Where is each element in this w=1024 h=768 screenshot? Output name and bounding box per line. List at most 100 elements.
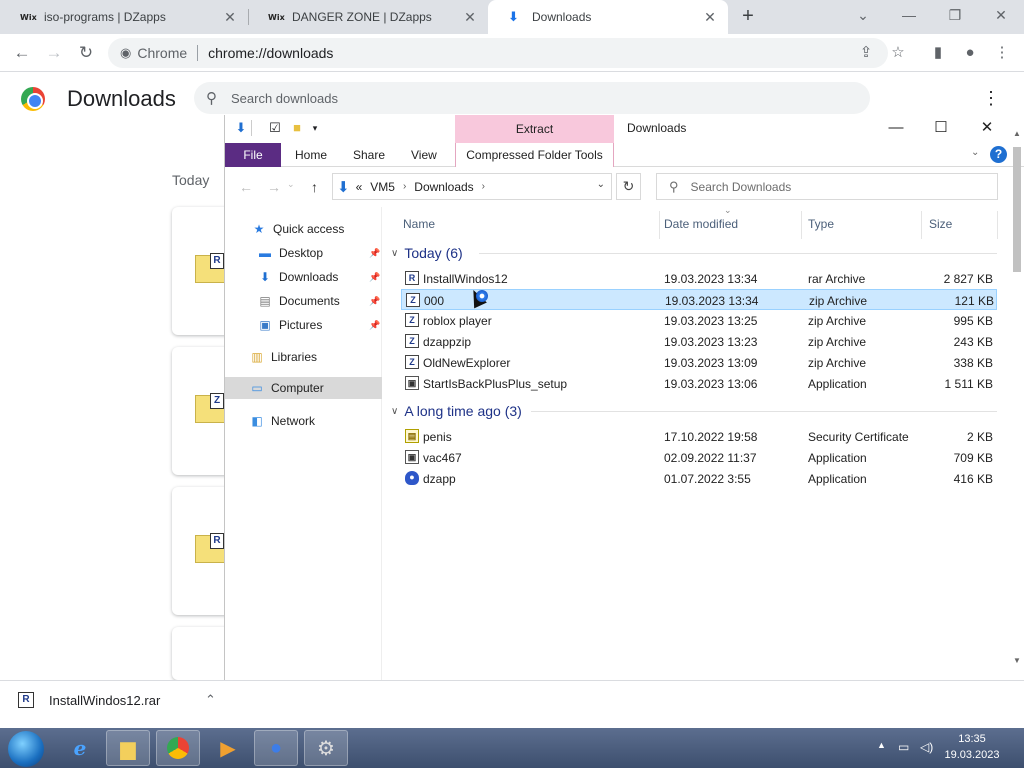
- profile-avatar-icon[interactable]: ●: [958, 41, 982, 65]
- scrollbar-thumb[interactable]: [1013, 147, 1021, 272]
- forward-icon[interactable]: →: [42, 41, 66, 65]
- collapse-chevron-icon[interactable]: ∨: [391, 406, 398, 417]
- file-row[interactable]: R InstallWindos12 19.03.2023 13:34 rar A…: [401, 268, 997, 289]
- chrome-taskbar-icon[interactable]: [156, 730, 200, 766]
- column-separator[interactable]: [997, 211, 998, 239]
- column-header-date[interactable]: Date modified: [664, 217, 738, 231]
- file-row[interactable]: Z OldNewExplorer 19.03.2023 13:09 zip Ar…: [401, 352, 997, 373]
- address-dropdown-icon[interactable]: ⌄: [597, 179, 605, 190]
- minimize-icon[interactable]: —: [884, 117, 908, 141]
- forward-icon[interactable]: →: [267, 179, 281, 195]
- column-separator[interactable]: [659, 211, 660, 239]
- close-tab-icon[interactable]: ✕: [702, 9, 718, 26]
- tab-search-icon[interactable]: ⌄: [851, 4, 875, 28]
- column-header-name[interactable]: Name: [403, 217, 435, 231]
- download-card[interactable]: R: [172, 487, 232, 615]
- tab-danger-zone[interactable]: Wix DANGER ZONE | DZapps ✕: [248, 0, 488, 34]
- group-header-long-time-ago[interactable]: ∨ A long time ago (3): [391, 403, 522, 419]
- back-icon[interactable]: ←: [10, 41, 34, 65]
- properties-icon[interactable]: ☑: [267, 120, 283, 136]
- media-player-icon[interactable]: ▶: [206, 730, 250, 766]
- column-separator[interactable]: [921, 211, 922, 239]
- file-row[interactable]: ▣ StartIsBackPlusPlus_setup 19.03.2023 1…: [401, 373, 997, 394]
- internet-explorer-icon[interactable]: e: [58, 730, 102, 766]
- tab-compressed-folder-tools[interactable]: Compressed Folder Tools: [455, 143, 614, 167]
- expand-ribbon-icon[interactable]: ⌄: [971, 147, 979, 158]
- address-bar[interactable]: ⬇ « VM5 › Downloads › ⌄: [332, 173, 612, 200]
- nav-network[interactable]: ◧ Network: [225, 410, 382, 432]
- chevron-up-icon[interactable]: ⌃: [205, 692, 216, 708]
- downloads-menu-icon[interactable]: ⋮: [982, 88, 1000, 109]
- collapse-chevron-icon[interactable]: ∨: [391, 248, 398, 259]
- scroll-down-icon[interactable]: ▼: [1013, 656, 1021, 665]
- file-explorer-icon[interactable]: ▆: [106, 730, 150, 766]
- tab-share[interactable]: Share: [343, 143, 395, 167]
- nav-desktop[interactable]: ▬ Desktop 📌: [225, 242, 382, 264]
- network-tray-icon[interactable]: ▭: [898, 740, 909, 754]
- extract-context-tab[interactable]: Extract: [455, 115, 614, 143]
- column-header-size[interactable]: Size: [929, 217, 952, 231]
- file-row[interactable]: ▣ vac467 02.09.2022 11:37 Application 70…: [401, 447, 997, 468]
- dzapp-taskbar-icon[interactable]: ●: [254, 730, 298, 766]
- settings-gear-icon[interactable]: ⚙: [304, 730, 348, 766]
- taskbar-clock[interactable]: 13:35 19.03.2023: [942, 731, 1002, 763]
- file-row[interactable]: ▤ penis 17.10.2022 19:58 Security Certif…: [401, 426, 997, 447]
- breadcrumb-downloads[interactable]: Downloads: [414, 180, 473, 194]
- nav-downloads[interactable]: ⬇ Downloads 📌: [225, 266, 382, 288]
- downloads-search-input[interactable]: ⚲ Search downloads: [194, 82, 870, 114]
- customize-qat-icon[interactable]: ▾: [307, 120, 323, 136]
- column-separator[interactable]: [801, 211, 802, 239]
- tab-file[interactable]: File: [225, 143, 281, 167]
- vertical-scrollbar[interactable]: ▲ ▼: [1010, 127, 1024, 667]
- close-tab-icon[interactable]: ✕: [222, 9, 238, 26]
- omnibox[interactable]: ◉ Chrome chrome://downloads: [108, 38, 888, 68]
- file-row[interactable]: ● dzapp 01.07.2022 3:55 Application 416 …: [401, 468, 997, 489]
- tray-overflow-icon[interactable]: ▲: [877, 740, 886, 750]
- scroll-up-icon[interactable]: ▲: [1013, 129, 1021, 138]
- tab-view[interactable]: View: [401, 143, 447, 167]
- bookmark-star-icon[interactable]: ☆: [886, 41, 910, 65]
- maximize-icon[interactable]: ☐: [929, 117, 953, 141]
- refresh-button[interactable]: ↻: [616, 173, 641, 200]
- restore-icon[interactable]: ❐: [943, 4, 967, 28]
- nav-documents[interactable]: ▤ Documents 📌: [225, 290, 382, 312]
- group-header-today[interactable]: ∨ Today (6): [391, 245, 463, 261]
- file-row[interactable]: Z dzappzip 19.03.2023 13:23 zip Archive …: [401, 331, 997, 352]
- volume-icon[interactable]: ◁): [920, 740, 933, 754]
- tab-iso-programs[interactable]: Wix iso-programs | DZapps ✕: [0, 0, 248, 34]
- close-icon[interactable]: ✕: [975, 117, 999, 141]
- minimize-icon[interactable]: —: [897, 4, 921, 28]
- tab-home[interactable]: Home: [285, 143, 337, 167]
- help-icon[interactable]: ?: [990, 146, 1007, 163]
- nav-pictures[interactable]: ▣ Pictures 📌: [225, 314, 382, 336]
- down-arrow-icon[interactable]: ⬇: [233, 120, 249, 136]
- start-button[interactable]: [8, 731, 44, 767]
- nav-quick-access[interactable]: ★ Quick access: [225, 218, 382, 240]
- nav-computer[interactable]: ▭ Computer: [225, 377, 382, 399]
- download-card[interactable]: Z: [172, 347, 232, 475]
- tab-downloads[interactable]: ⬇ Downloads ✕: [488, 0, 728, 34]
- recent-locations-icon[interactable]: ⌄: [287, 179, 295, 190]
- nav-libraries[interactable]: ▥ Libraries: [225, 346, 382, 368]
- close-tab-icon[interactable]: ✕: [462, 9, 478, 26]
- breadcrumb-overflow[interactable]: «: [356, 180, 363, 194]
- chrome-menu-icon[interactable]: ⋮: [990, 41, 1014, 65]
- new-folder-icon[interactable]: ■: [289, 120, 305, 136]
- file-row-selected[interactable]: Z 000 19.03.2023 13:34 zip Archive 121 K…: [401, 289, 997, 310]
- file-row[interactable]: Z roblox player 19.03.2023 13:25 zip Arc…: [401, 310, 997, 331]
- download-shelf-item[interactable]: R InstallWindos12.rar: [18, 692, 160, 708]
- reload-icon[interactable]: ↻: [74, 41, 98, 65]
- breadcrumb-chevron-icon[interactable]: ›: [482, 181, 485, 192]
- up-icon[interactable]: ↑: [311, 179, 318, 195]
- breadcrumb-vm5[interactable]: VM5: [370, 180, 395, 194]
- breadcrumb-chevron-icon[interactable]: ›: [403, 181, 406, 192]
- side-panel-icon[interactable]: ▮: [926, 41, 950, 65]
- column-header-type[interactable]: Type: [808, 217, 834, 231]
- download-card[interactable]: [172, 627, 232, 680]
- back-icon[interactable]: ←: [239, 179, 253, 195]
- explorer-search-input[interactable]: ⚲ Search Downloads: [656, 173, 998, 200]
- close-window-icon[interactable]: ✕: [989, 4, 1013, 28]
- new-tab-button[interactable]: +: [736, 5, 760, 29]
- download-card[interactable]: R: [172, 207, 232, 335]
- share-icon[interactable]: ⇪: [854, 41, 878, 65]
